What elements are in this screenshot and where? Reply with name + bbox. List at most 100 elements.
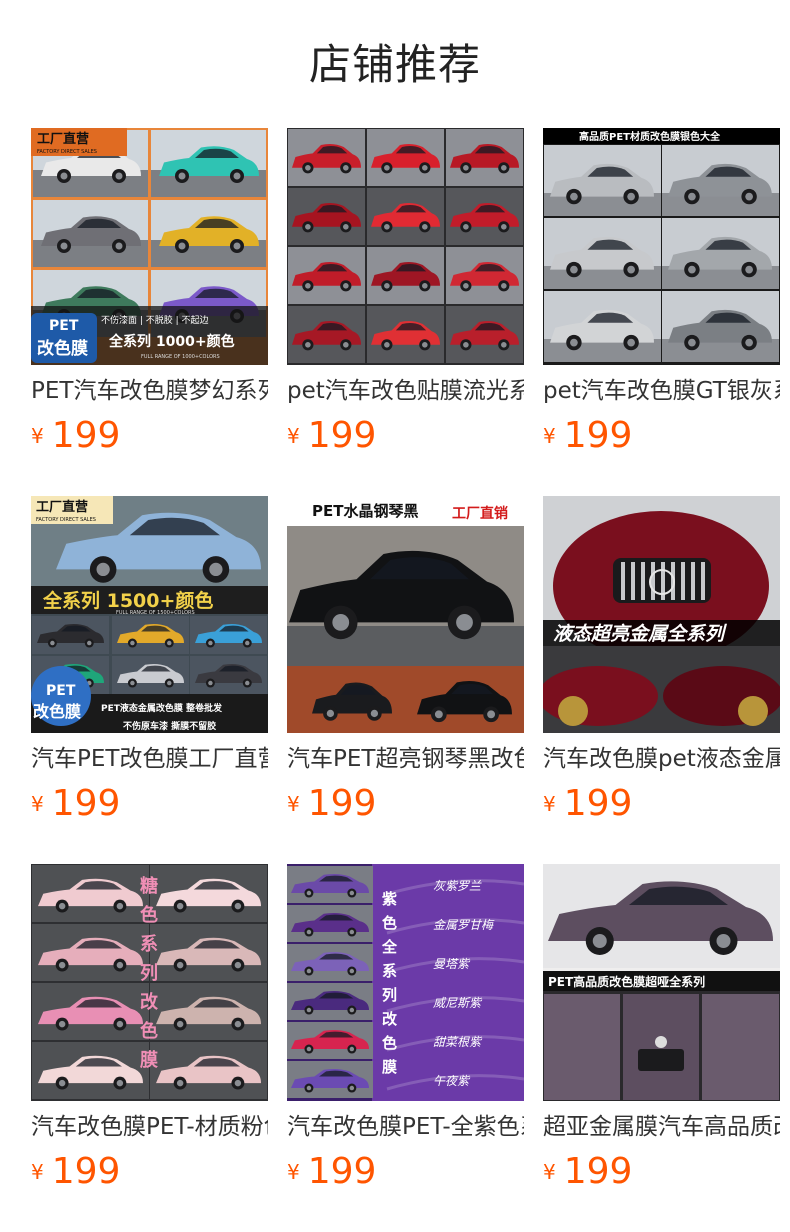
product-card[interactable]: 糖色系列改色膜汽车改色膜PET-材质粉色系列¥199 [31,864,268,1204]
currency-symbol: ¥ [31,1160,44,1184]
product-name[interactable]: pet汽车改色膜GT银灰系列 [543,376,780,406]
image-text: 甜菜根紫 [433,1035,483,1049]
currency-symbol: ¥ [543,792,556,816]
product-image-svg [287,128,524,365]
product-card[interactable]: 工厂直营 FACTORY DIRECT SALES 全系列 1500+颜色 FULL … [31,496,268,836]
product-name[interactable]: 汽车改色膜PET-材质粉色系列 [31,1112,268,1142]
product-image-svg: 糖色系列改色膜 [31,864,268,1101]
image-text: 不伤原车漆 撕膜不留胶 [123,720,216,732]
image-text: 改 [382,1010,398,1028]
image-text: 膜 [139,1049,158,1071]
price-value: 199 [563,783,633,824]
image-text: 膜 [382,1058,397,1076]
image-text: 工厂直销 [452,505,508,522]
image-text: 列 [382,986,397,1004]
price-value: 199 [51,415,121,456]
product-image[interactable] [287,128,524,365]
image-text: 系 [382,962,397,980]
image-text: 色 [140,1020,158,1042]
image-text: 系 [140,934,158,955]
product-name[interactable]: 汽车改色膜pet液态金属全系列 [543,744,780,774]
price-value: 199 [51,783,121,824]
product-price: ¥199 [287,414,376,458]
product-image-svg: 高品质PET材质改色膜银色大全 [543,128,780,365]
product-name[interactable]: pet汽车改色贴膜流光系列 [287,376,524,406]
image-text: 色 [382,914,397,932]
product-name[interactable]: 超亚金属膜汽车高品质改色膜 [543,1112,780,1142]
price-value: 199 [307,415,377,456]
product-price: ¥199 [31,1150,120,1194]
price-value: 199 [307,783,377,824]
image-text: 改 [140,991,159,1013]
product-name[interactable]: 汽车改色膜PET-全紫色系列 [287,1112,524,1142]
price-value: 199 [563,415,633,456]
image-text: 金属罗甘梅 [433,918,495,932]
product-image[interactable]: 灰紫罗兰 金属罗甘梅 曼塔紫 威尼斯紫 甜菜根紫 午夜紫紫色全系列改色膜 [287,864,524,1101]
product-price: ¥199 [287,1150,376,1194]
product-card[interactable]: pet汽车改色贴膜流光系列 ¥199 [287,128,524,468]
product-image-svg: PET水晶钢琴黑 工厂直销 [287,496,524,733]
product-price: ¥199 [543,782,632,826]
image-text: 色 [382,1034,397,1052]
image-text: 高品质PET材质改色膜银色大全 [579,130,721,143]
image-text: 全系列 1000+颜色 [108,333,235,350]
product-price: ¥199 [287,782,376,826]
product-image[interactable]: 高品质PET材质改色膜银色大全 [543,128,780,365]
product-image[interactable]: 糖色系列改色膜 [31,864,268,1101]
image-text: FACTORY DIRECT SALES [37,149,97,155]
product-image[interactable]: 工厂直营 FACTORY DIRECT SALES PET 改色膜 不伤漆面 | 不脱胶… [31,128,268,365]
image-text: FULL RANGE OF 1500+COLORS [116,610,195,616]
price-value: 199 [563,1151,633,1192]
image-text: 曼塔紫 [433,957,471,971]
image-text: FULL RANGE OF 1000+COLORS [141,354,220,360]
image-text: 工厂直营 [36,499,88,515]
currency-symbol: ¥ [287,792,300,816]
price-value: 199 [307,1151,377,1192]
product-image-svg: 液态超亮金属全系列 [543,496,780,733]
image-text: 糖 [140,875,158,897]
image-text: FACTORY DIRECT SALES [36,517,96,523]
product-image[interactable]: 工厂直营 FACTORY DIRECT SALES 全系列 1500+颜色 FULL … [31,496,268,733]
image-text: PET [49,318,79,334]
section-title: 店铺推荐 [308,40,481,89]
product-price: ¥199 [543,414,632,458]
product-price: ¥199 [543,1150,632,1194]
image-text: 色 [140,904,158,926]
product-name[interactable]: 汽车PET超亮钢琴黑改色膜 [287,744,524,774]
product-image-svg: 灰紫罗兰金属罗甘梅曼塔紫威尼斯紫甜菜根紫午夜紫紫色全系列改色膜 [287,864,524,1101]
image-text: PET [46,683,76,699]
product-card[interactable]: PET水晶钢琴黑 工厂直销汽车PET超亮钢琴黑改色膜 ¥199 [287,496,524,836]
product-card[interactable]: 高品质PET材质改色膜银色大全 pet汽车改色膜GT银灰系列 ¥199 [543,128,780,468]
image-text: 紫 [382,890,397,908]
product-image[interactable]: PET水晶钢琴黑 工厂直销 [287,496,524,733]
product-image[interactable]: PET高品质改色膜超哑全系列 [543,864,780,1101]
product-card[interactable]: 工厂直营 FACTORY DIRECT SALES PET 改色膜 不伤漆面 | 不脱胶… [31,128,268,468]
product-image-svg: 工厂直营 FACTORY DIRECT SALES PET 改色膜 不伤漆面 | 不脱胶… [31,128,268,365]
currency-symbol: ¥ [287,1160,300,1184]
image-text: PET液态金属改色膜 整卷批发 [101,702,223,714]
product-price: ¥199 [31,414,120,458]
product-image[interactable]: 液态超亮金属全系列 [543,496,780,733]
image-text: 午夜紫 [433,1074,471,1088]
currency-symbol: ¥ [31,424,44,448]
image-text: 改色膜 [33,702,81,721]
image-text: PET水晶钢琴黑 [312,502,418,520]
product-image-svg: 工厂直营 FACTORY DIRECT SALES 全系列 1500+颜色FULL … [31,496,268,733]
product-card[interactable]: 液态超亮金属全系列汽车改色膜pet液态金属全系列 ¥199 [543,496,780,836]
image-text: 液态超亮金属全系列 [553,623,727,645]
image-text: 工厂直营 [37,131,89,147]
product-name[interactable]: 汽车PET改色膜工厂直营 [31,744,268,774]
image-text: 全 [381,938,398,956]
product-image-svg: PET高品质改色膜超哑全系列 [543,864,780,1101]
image-text: 列 [140,963,158,984]
product-card[interactable]: PET高品质改色膜超哑全系列超亚金属膜汽车高品质改色膜 ¥199 [543,864,780,1204]
product-card[interactable]: 灰紫罗兰 金属罗甘梅 曼塔紫 威尼斯紫 甜菜根紫 午夜紫紫色全系列改色膜汽车改色膜PET-… [287,864,524,1204]
image-text: 威尼斯紫 [433,996,483,1010]
currency-symbol: ¥ [543,424,556,448]
currency-symbol: ¥ [287,424,300,448]
product-name[interactable]: PET汽车改色膜梦幻系列 [31,376,268,406]
currency-symbol: ¥ [31,792,44,816]
image-text: 不伤漆面 | 不脱胶 | 不起边 [101,314,209,326]
price-value: 199 [51,1151,121,1192]
image-text: PET高品质改色膜超哑全系列 [548,974,705,989]
